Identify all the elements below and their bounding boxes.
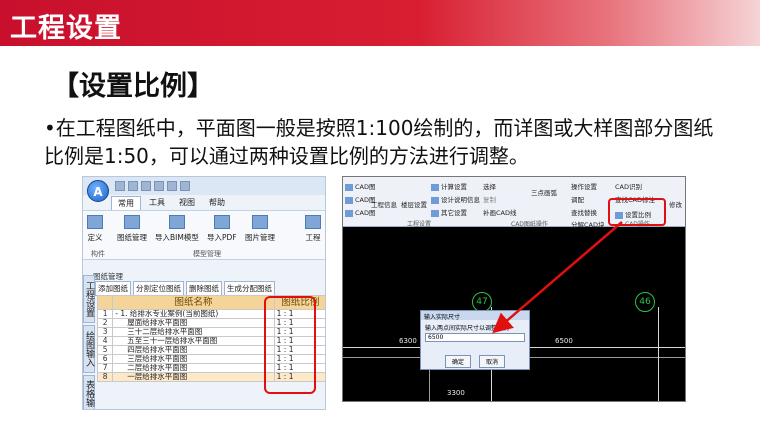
set-scale-highlight xyxy=(608,198,666,226)
print-icon[interactable] xyxy=(154,181,164,191)
delete-drawing-button[interactable]: 删除图纸 xyxy=(186,281,222,296)
section-title: 【设置比例】 xyxy=(52,71,214,102)
cad-icon xyxy=(345,183,353,191)
body-text: •在工程图纸中，平面图一般是按照1:100绘制的，而详图或大样图部分图纸比例是1… xyxy=(44,116,714,168)
actual-size-input[interactable]: 6500 xyxy=(425,333,525,342)
image-icon xyxy=(252,215,268,229)
explode-cad-block-button[interactable]: 分解CAD块 xyxy=(571,219,605,229)
dialog-title: 输入实际尺寸 xyxy=(421,311,529,321)
ok-button[interactable]: 确定 xyxy=(445,355,472,368)
header-drawing-name[interactable]: 图纸名称 xyxy=(112,295,275,310)
import-bim-button[interactable]: 导入BIM模型 xyxy=(155,215,199,243)
modify-button[interactable]: 修改 xyxy=(669,199,682,209)
tab-drawing-input[interactable]: 绘图输入 xyxy=(83,325,95,373)
project-button[interactable]: 工程 xyxy=(305,215,321,243)
redo-icon[interactable] xyxy=(180,181,190,191)
ribbon-group-model: 模型管理 xyxy=(193,250,221,258)
quick-access-bar xyxy=(83,177,325,195)
project-info-button[interactable]: 工程信息 xyxy=(371,199,397,209)
cad-icon xyxy=(345,209,353,217)
ribbon-group-component: 构件 xyxy=(91,250,105,258)
floor-settings-button[interactable]: 楼层设置 xyxy=(401,199,427,209)
cancel-button[interactable]: 取消 xyxy=(479,355,506,368)
header-banner: 工程设置 xyxy=(0,0,760,46)
calc-settings-button[interactable]: 计算设置 xyxy=(431,181,467,191)
copy-button[interactable]: 复制 xyxy=(483,194,496,204)
import-pdf-button[interactable]: 导入PDF xyxy=(207,215,237,243)
other-settings-button[interactable]: 其它设置 xyxy=(431,207,467,217)
split-drawing-button[interactable]: 分割定位图纸 xyxy=(133,281,184,296)
menu-bar: 常用 工具 视图 帮助 xyxy=(111,196,231,210)
menu-tab-view[interactable]: 视图 xyxy=(173,196,201,210)
dimension-6300: 6300 xyxy=(399,337,417,345)
draw-cad-line-button[interactable]: 补画CAD线 xyxy=(483,207,517,217)
page-title: 工程设置 xyxy=(10,13,122,44)
menu-tab-common[interactable]: 常用 xyxy=(111,196,141,210)
group-cad-drawing: CAD图纸操作 xyxy=(511,221,548,228)
drawing-toolbar: 添加图纸 分割定位图纸 删除图纸 生成分配图纸 xyxy=(95,281,275,296)
adjust-button[interactable]: 调配 xyxy=(571,194,584,204)
axis-marker-47: 47 xyxy=(472,292,492,312)
drawing-manage-icon xyxy=(124,215,140,229)
pdf-icon xyxy=(213,215,230,229)
select-button[interactable]: 选择 xyxy=(483,181,496,191)
cad-axis-line xyxy=(658,307,659,401)
undo-icon[interactable] xyxy=(167,181,177,191)
ribbon: 定义 图纸管理 导入BIM模型 导入PDF 图片管理 工程 构件 模型管理 xyxy=(83,210,325,260)
dimension-6500: 6500 xyxy=(555,337,573,345)
tab-table-input[interactable]: 表格输 xyxy=(83,375,95,409)
cad-recognize-button[interactable]: CAD识别 xyxy=(615,181,642,191)
cad-item-1[interactable]: CAD图 xyxy=(345,181,376,191)
dialog-label: 输入两点间实际尺寸以调整比例 xyxy=(425,325,510,332)
image-manage-button[interactable]: 图片管理 xyxy=(245,215,275,243)
import-bim-icon xyxy=(168,215,185,229)
find-replace-button[interactable]: 查找替换 xyxy=(571,207,597,217)
new-file-icon[interactable] xyxy=(115,181,125,191)
open-file-icon[interactable] xyxy=(128,181,138,191)
axis-marker-46: 46 xyxy=(635,292,655,312)
design-info-button[interactable]: 设计说明信息 xyxy=(431,194,480,204)
quick-access-icons xyxy=(115,181,190,192)
operation-settings-button[interactable]: 操作设置 xyxy=(571,181,597,191)
arc-button[interactable]: 三点画弧 xyxy=(531,187,557,197)
info-icon xyxy=(431,196,439,204)
dialog-buttons: 确定 取消 xyxy=(445,355,506,368)
save-icon[interactable] xyxy=(141,181,151,191)
group-project-settings: 工程设置 xyxy=(407,221,432,228)
app-menu-button[interactable]: A xyxy=(87,180,109,202)
menu-tab-tools[interactable]: 工具 xyxy=(143,196,171,210)
cad-icon xyxy=(345,196,353,204)
define-button[interactable]: 定义 xyxy=(87,215,103,243)
scale-column-highlight xyxy=(264,296,316,394)
add-drawing-button[interactable]: 添加图纸 xyxy=(95,281,131,296)
project-icon xyxy=(305,215,321,229)
drawing-manage-button[interactable]: 图纸管理 xyxy=(117,215,147,243)
actual-size-dialog: 输入实际尺寸 输入两点间实际尺寸以调整比例 6500 确定 取消 xyxy=(420,310,530,370)
settings-icon xyxy=(431,209,439,217)
generate-drawing-button[interactable]: 生成分配图纸 xyxy=(224,281,275,296)
calc-icon xyxy=(431,183,439,191)
tab-project-settings[interactable]: 工程设置 xyxy=(83,275,95,323)
dimension-3300: 3300 xyxy=(447,389,465,397)
define-icon xyxy=(87,215,103,229)
menu-tab-help[interactable]: 帮助 xyxy=(203,196,231,210)
